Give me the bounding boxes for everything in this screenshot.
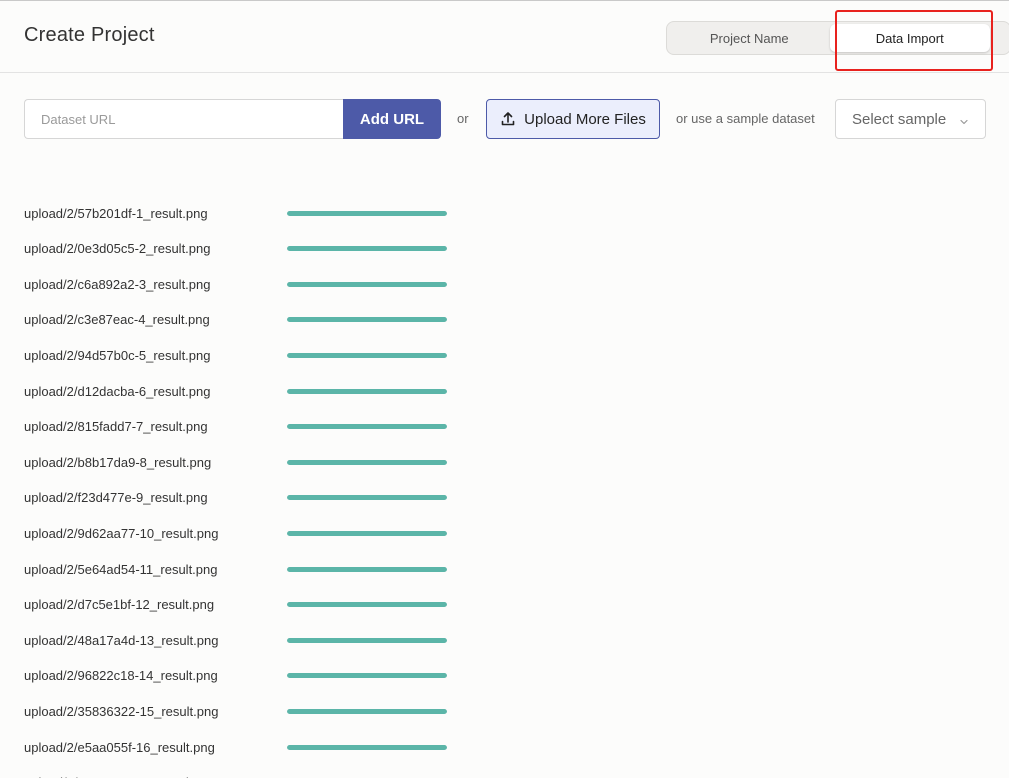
step-toggle: Project Name Data Import [666, 21, 1009, 55]
upload-progress-bar [287, 744, 447, 750]
file-name: upload/2/c3e87eac-4_result.png [24, 312, 210, 328]
file-row: upload/2/9d62aa77-10_result.png [24, 516, 464, 550]
file-name: upload/2/815fadd7-7_result.png [24, 419, 208, 435]
tab-project-name[interactable]: Project Name [669, 24, 830, 52]
upload-progress-fill [287, 673, 447, 679]
upload-progress-fill [287, 210, 447, 216]
add-url-button[interactable]: Add URL [343, 99, 441, 139]
upload-progress-fill [287, 281, 447, 287]
tab-data-import[interactable]: Data Import [829, 24, 990, 52]
file-row: upload/2/96822c18-14_result.png [24, 659, 464, 693]
file-row: upload/2/b8b17da9-8_result.png [24, 445, 464, 479]
upload-progress-fill [287, 388, 447, 394]
file-row: upload/2/d12dacba-6_result.png [24, 374, 464, 408]
dataset-url-input[interactable] [24, 99, 344, 139]
page-header: Create Project Project Name Data Import [0, 1, 1009, 73]
page-title: Create Project [24, 24, 155, 46]
file-row: upload/2/815fadd7-7_result.png [24, 410, 464, 444]
file-row: upload/2/0e3d05c5-2_result.png [24, 232, 464, 266]
file-row: upload/2/48a17a4d-13_result.png [24, 623, 464, 657]
upload-progress-bar [287, 210, 447, 216]
file-name: upload/2/e5aa055f-16_result.png [24, 739, 215, 755]
file-name: upload/2/d12dacba-6_result.png [24, 383, 211, 399]
upload-progress-bar [287, 352, 447, 358]
file-row: upload/2/6ac0797e-17_result.png [24, 766, 464, 778]
file-name: upload/2/57b201df-1_result.png [24, 205, 208, 221]
file-name: upload/2/9d62aa77-10_result.png [24, 525, 219, 541]
file-row: upload/2/c3e87eac-4_result.png [24, 303, 464, 337]
upload-progress-fill [287, 424, 447, 430]
upload-progress-fill [287, 566, 447, 572]
upload-progress-bar [287, 530, 447, 536]
file-row: upload/2/35836322-15_result.png [24, 694, 464, 728]
upload-icon [500, 111, 516, 127]
file-row: upload/2/57b201df-1_result.png [24, 196, 464, 230]
upload-progress-bar [287, 246, 447, 252]
upload-progress-fill [287, 459, 447, 465]
upload-progress-bar [287, 495, 447, 501]
file-name: upload/2/35836322-15_result.png [24, 703, 219, 719]
upload-progress-fill [287, 352, 447, 358]
upload-progress-bar [287, 281, 447, 287]
upload-progress-bar [287, 637, 447, 643]
file-name: upload/2/b8b17da9-8_result.png [24, 454, 212, 470]
upload-progress-bar [287, 317, 447, 323]
upload-progress-bar [287, 602, 447, 608]
file-row: upload/2/c6a892a2-3_result.png [24, 267, 464, 301]
sample-dataset-label: or use a sample dataset [676, 111, 815, 126]
file-name: upload/2/48a17a4d-13_result.png [24, 632, 219, 648]
file-name: upload/2/d7c5e1bf-12_result.png [24, 597, 215, 613]
file-row: upload/2/e5aa055f-16_result.png [24, 730, 464, 764]
file-name: upload/2/96822c18-14_result.png [24, 668, 218, 684]
file-name: upload/2/f23d477e-9_result.png [24, 490, 208, 506]
upload-progress-fill [287, 317, 447, 323]
upload-progress-fill [287, 637, 447, 643]
upload-progress-bar [287, 566, 447, 572]
upload-progress-bar [287, 459, 447, 465]
upload-progress-fill [287, 495, 447, 501]
file-name: upload/2/c6a892a2-3_result.png [24, 276, 211, 292]
upload-progress-bar [287, 708, 447, 714]
upload-progress-fill [287, 530, 447, 536]
upload-progress-bar [287, 673, 447, 679]
sample-select-value: Select sample [852, 110, 947, 128]
upload-progress-bar [287, 388, 447, 394]
upload-more-files-button[interactable]: Upload More Files [486, 99, 660, 139]
file-row: upload/2/5e64ad54-11_result.png [24, 552, 464, 586]
file-name: upload/2/94d57b0c-5_result.png [24, 347, 211, 363]
upload-progress-fill [287, 602, 447, 608]
file-row: upload/2/f23d477e-9_result.png [24, 481, 464, 515]
upload-progress-fill [287, 708, 447, 714]
upload-progress-bar [287, 424, 447, 430]
or-label: or [457, 111, 469, 126]
file-name: upload/2/5e64ad54-11_result.png [24, 561, 218, 577]
upload-progress-fill [287, 744, 447, 750]
file-row: upload/2/d7c5e1bf-12_result.png [24, 588, 464, 622]
upload-button-label: Upload More Files [524, 110, 646, 128]
sample-select[interactable]: Select sample [835, 99, 986, 139]
file-name: upload/2/0e3d05c5-2_result.png [24, 241, 211, 257]
chevron-down-icon [959, 114, 969, 125]
upload-progress-fill [287, 246, 447, 252]
file-row: upload/2/94d57b0c-5_result.png [24, 338, 464, 372]
